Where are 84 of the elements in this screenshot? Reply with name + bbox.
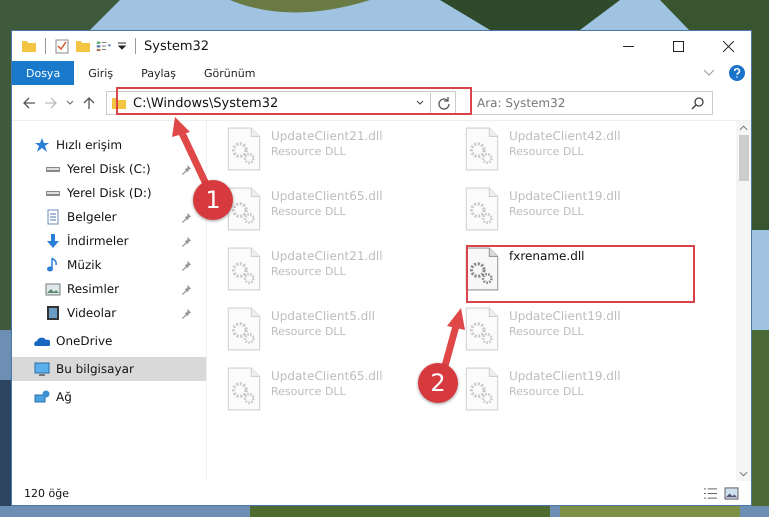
scroll-up-icon[interactable] — [739, 125, 748, 131]
pin-icon[interactable] — [181, 260, 192, 270]
pin-icon[interactable] — [181, 284, 192, 294]
sidebar-item[interactable]: Ağ — [12, 385, 76, 409]
dropdown-icon[interactable] — [416, 100, 424, 106]
window-title: System32 — [144, 38, 210, 54]
chevron-icon[interactable] — [703, 69, 715, 77]
scrollbar[interactable] — [736, 121, 751, 481]
sidebar-item[interactable]: Resimler — [12, 277, 124, 301]
file-type: Resource DLL — [271, 265, 347, 278]
sidebar-item[interactable]: Yerel Disk (D:) — [12, 181, 156, 205]
file-type: Resource DLL — [509, 325, 585, 338]
pin-icon[interactable] — [181, 308, 192, 318]
dll-file-icon — [227, 187, 261, 231]
file-name: UpdateClient65.dll — [271, 369, 383, 383]
dll-file-icon — [465, 187, 499, 231]
file-item[interactable]: fxrename.dll — [465, 247, 585, 291]
item-count: 120 öğe — [24, 486, 69, 500]
ribbon-tab[interactable]: Giriş — [74, 61, 128, 85]
pin-icon[interactable] — [181, 212, 192, 222]
dropdown-icon[interactable] — [117, 41, 127, 51]
sidebar-item[interactable]: OneDrive — [12, 329, 116, 353]
file-type: Resource DLL — [271, 145, 347, 158]
folder-icon — [111, 95, 127, 111]
file-name: fxrename.dll — [509, 249, 585, 263]
refresh-icon[interactable] — [437, 96, 451, 110]
recent-dropdown-icon[interactable] — [66, 100, 74, 106]
dll-file-icon — [465, 247, 499, 291]
help-icon[interactable] — [729, 65, 745, 81]
file-name: UpdateClient19.dll — [509, 369, 621, 383]
ribbon-tab[interactable]: Dosya — [12, 61, 74, 85]
scroll-thumb[interactable] — [738, 135, 748, 181]
ribbon-tab[interactable]: Görünüm — [190, 61, 270, 85]
arrow — [172, 117, 210, 186]
file-type: Resource DLL — [509, 145, 585, 158]
file-name: UpdateClient42.dll — [509, 129, 621, 143]
drive-icon — [45, 190, 61, 196]
arrow — [442, 308, 465, 367]
sidebar-item[interactable]: İndirmeler — [12, 229, 133, 253]
sidebar-item[interactable]: Yerel Disk (C:) — [12, 157, 155, 181]
file-type: Resource DLL — [271, 325, 347, 338]
monitor-icon — [34, 361, 50, 377]
file-name: UpdateClient19.dll — [509, 309, 621, 323]
pin-icon[interactable] — [181, 164, 192, 174]
large-icons-view-icon[interactable] — [724, 486, 739, 500]
document-icon — [45, 209, 61, 225]
sidebar-item[interactable]: Videolar — [12, 301, 120, 325]
pin-icon[interactable] — [181, 236, 192, 246]
file-name: UpdateClient21.dll — [271, 249, 383, 263]
star-icon — [34, 137, 50, 153]
down-arrow-icon — [45, 233, 61, 249]
address-field[interactable]: C:\Windows\System32 — [106, 91, 456, 115]
file-name: UpdateClient65.dll — [271, 189, 383, 203]
details-view-icon[interactable] — [703, 486, 718, 500]
sidebar-item[interactable]: Bu bilgisayar — [12, 357, 206, 381]
film-icon — [45, 305, 61, 321]
network-icon — [34, 389, 50, 405]
drive-icon — [45, 166, 61, 172]
sidebar-item[interactable]: Hızlı erişim — [12, 133, 126, 157]
file-name: UpdateClient5.dll — [271, 309, 375, 323]
file-name: UpdateClient21.dll — [271, 129, 383, 143]
dll-file-icon — [227, 367, 261, 411]
ribbon-tab[interactable]: Paylaş — [127, 61, 190, 85]
image-icon — [45, 281, 61, 297]
address-path: C:\Windows\System32 — [133, 96, 280, 110]
dll-file-icon — [227, 307, 261, 351]
sidebar-item[interactable]: Belgeler — [12, 205, 121, 229]
file-type: Resource DLL — [271, 385, 347, 398]
dll-file-icon — [227, 127, 261, 171]
dll-file-icon — [227, 247, 261, 291]
search-icon — [691, 96, 705, 110]
search-field[interactable]: Ara: System32 — [470, 91, 713, 115]
file-type: Resource DLL — [509, 205, 585, 218]
file-name: UpdateClient19.dll — [509, 189, 621, 203]
dll-file-icon — [465, 367, 499, 411]
back-arrow-icon[interactable] — [22, 96, 36, 110]
scroll-down-icon[interactable] — [739, 471, 748, 477]
file-type: Resource DLL — [509, 385, 585, 398]
sidebar-item[interactable]: Müzik — [12, 253, 106, 277]
dll-file-icon — [465, 127, 499, 171]
properties-icon[interactable] — [54, 38, 70, 54]
dll-file-icon — [465, 307, 499, 351]
up-arrow-icon[interactable] — [82, 96, 96, 110]
file-type: Resource DLL — [271, 205, 347, 218]
